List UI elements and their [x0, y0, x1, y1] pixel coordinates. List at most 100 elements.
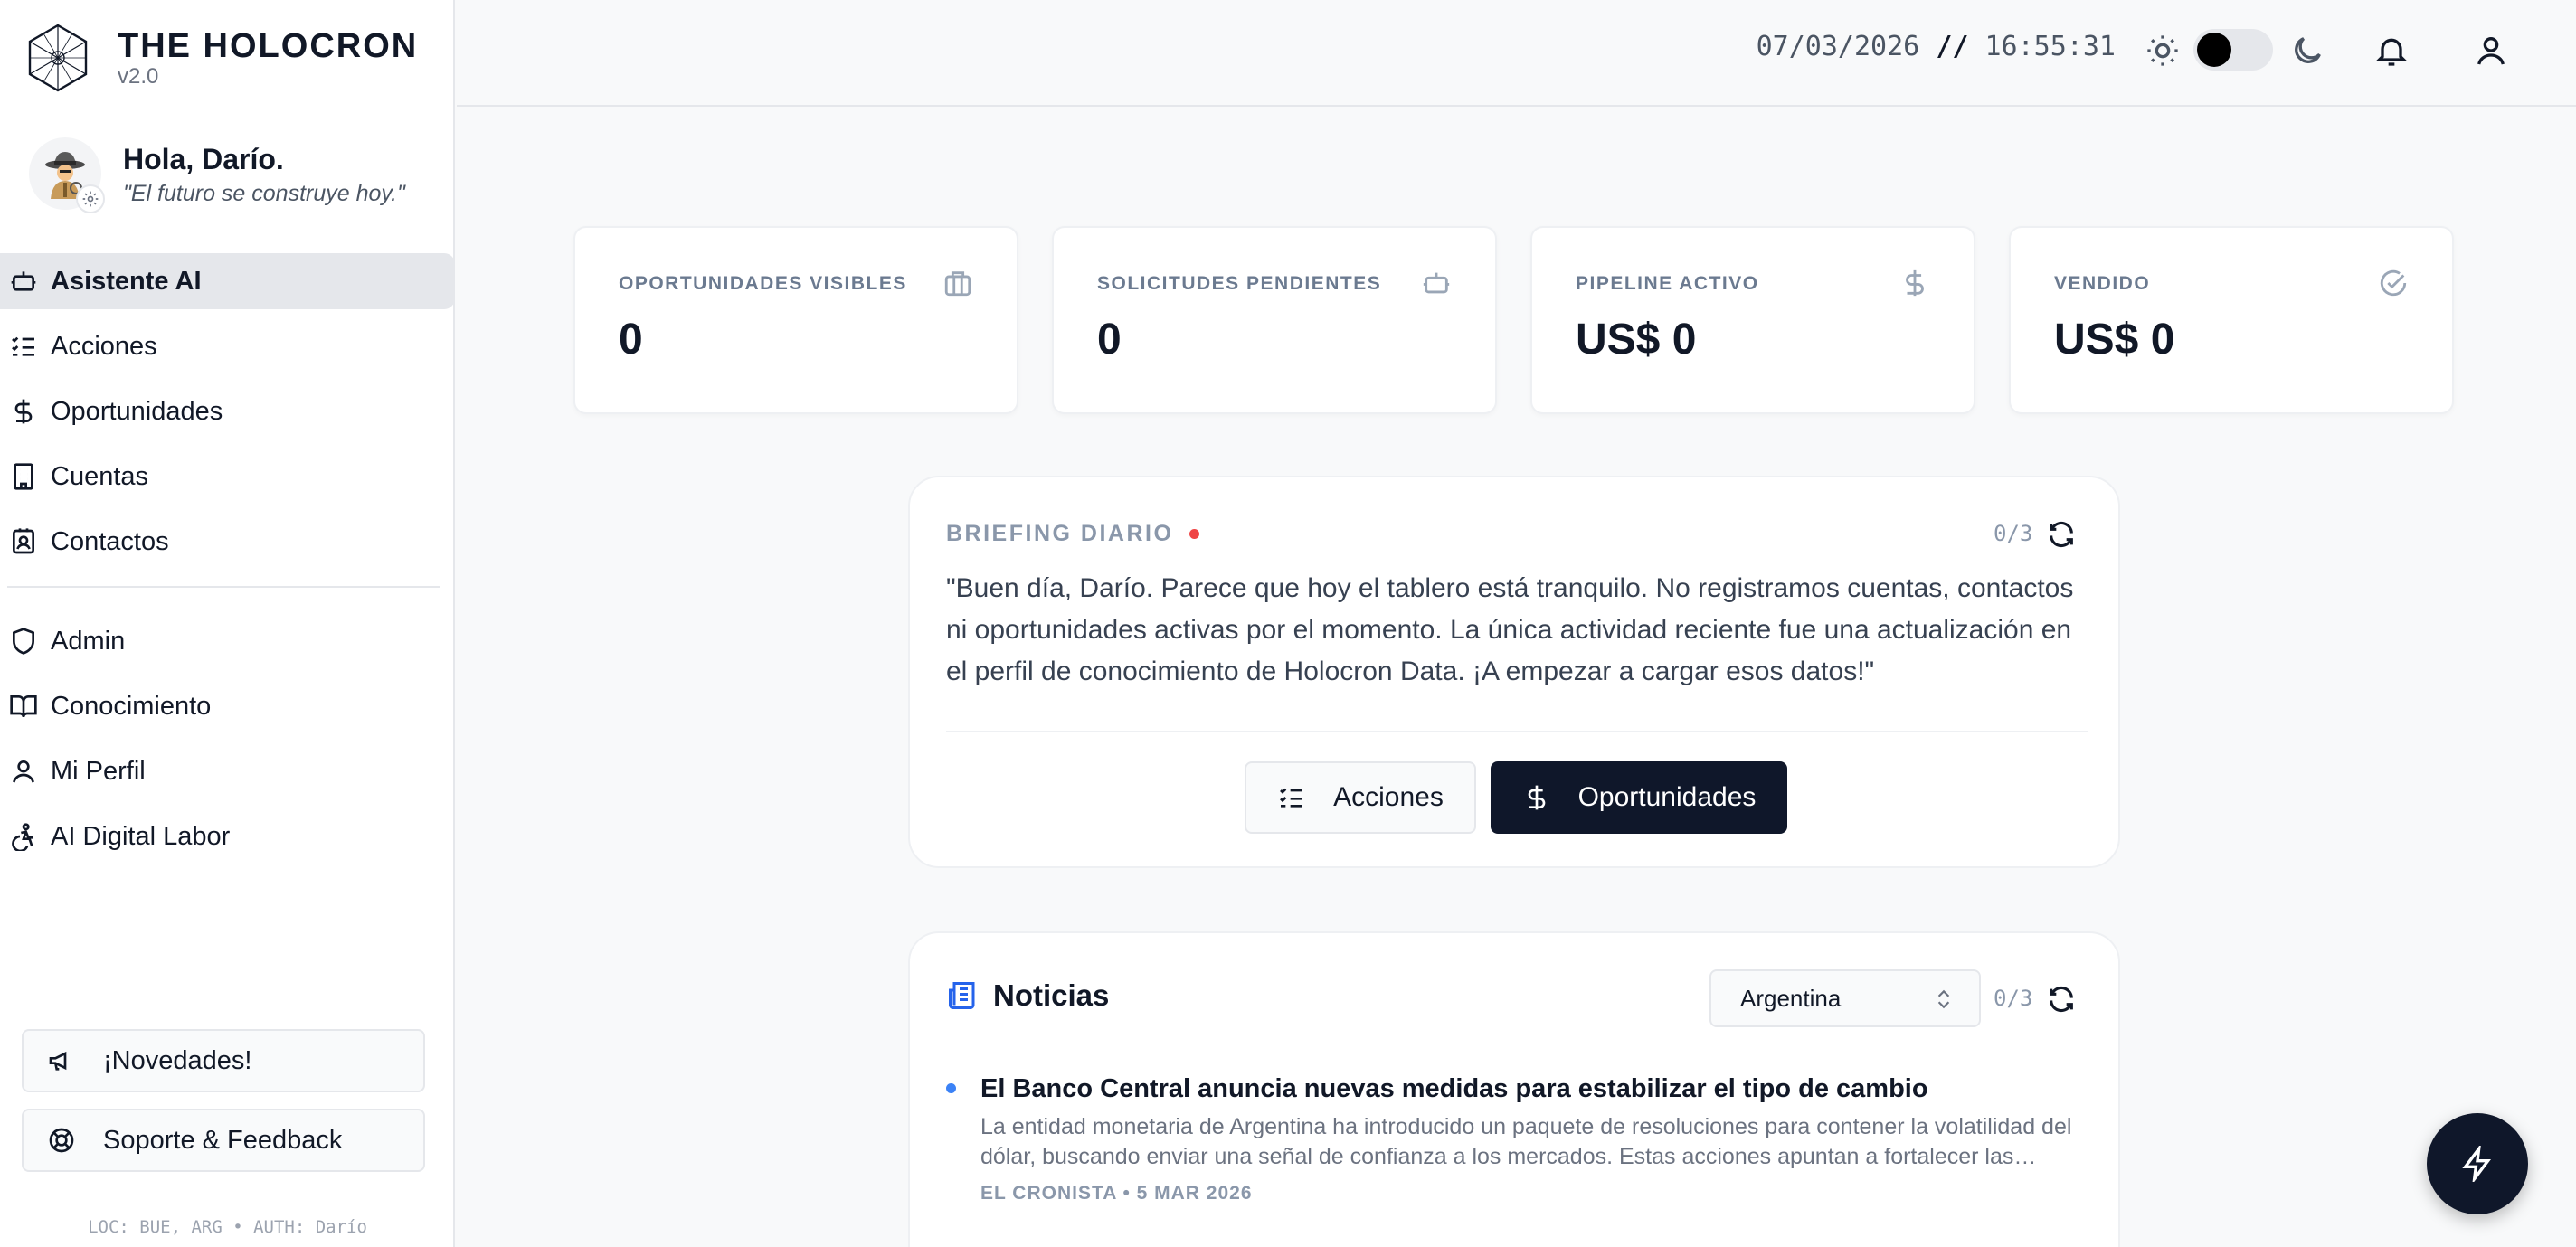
briefing-actions-button[interactable]: Acciones: [1245, 761, 1476, 834]
greeting-quote: "El futuro se construye hoy.": [123, 180, 405, 206]
book-icon: [10, 695, 37, 718]
stat-card-vendido: VENDIDO US$ 0: [2009, 226, 2454, 414]
lifebuoy-icon: [49, 1128, 74, 1153]
sidebar-item-label: Mi Perfil: [51, 756, 146, 786]
live-indicator-dot: [1189, 529, 1200, 539]
sidebar-item-oportunidades[interactable]: Oportunidades: [0, 383, 455, 439]
sidebar-item-mi-perfil[interactable]: Mi Perfil: [0, 743, 455, 799]
news-source-date: EL CRONISTA • 5 MAR 2026: [980, 1183, 1253, 1204]
sidebar-item-label: AI Digital Labor: [51, 821, 231, 851]
support-feedback-label: Soporte & Feedback: [103, 1125, 343, 1155]
briefing-opportunities-button[interactable]: Oportunidades: [1491, 761, 1787, 834]
sidebar-item-label: Conocimiento: [51, 691, 212, 721]
bell-icon[interactable]: [2373, 33, 2410, 69]
sidebar-item-label: Admin: [51, 626, 126, 656]
refresh-icon[interactable]: [2046, 519, 2077, 550]
news-title-text: Noticias: [993, 978, 1110, 1012]
stat-value: US$ 0: [2054, 316, 2175, 364]
stat-value: US$ 0: [1576, 316, 1697, 364]
stat-label: VENDIDO: [2054, 273, 2151, 294]
list-check-icon: [12, 336, 34, 356]
time-text: 16:55:31: [1984, 31, 2117, 62]
brand[interactable]: THE HOLOCRON v2.0: [22, 20, 418, 96]
briefcase-icon: [944, 271, 971, 297]
stat-card-pipeline-activo: PIPELINE ACTIVO US$ 0: [1530, 226, 1975, 414]
stat-value: 0: [1097, 316, 1122, 364]
user-icon: [13, 760, 34, 783]
nav-divider: [7, 586, 440, 588]
news-summary: La entidad monetaria de Argentina ha int…: [980, 1114, 2072, 1169]
daily-briefing-card: BRIEFING DIARIO 0/3 "Buen día, Darío. Pa…: [908, 476, 2120, 868]
sun-icon[interactable]: [2145, 33, 2181, 69]
dollar-icon: [14, 399, 33, 424]
user-greeting: Hola, Darío. "El futuro se construye hoy…: [29, 137, 405, 213]
holocron-logo-icon: [28, 24, 88, 92]
dollar-icon: [1906, 269, 1924, 297]
contact-card-icon: [13, 528, 34, 554]
news-item: El Banco Central anuncia nuevas medidas …: [946, 1072, 2088, 1204]
sidebar-item-asistente-ai[interactable]: Asistente AI: [0, 253, 455, 309]
briefing-actions-label: Acciones: [1333, 782, 1444, 812]
news-updates-label: ¡Novedades!: [103, 1045, 252, 1075]
lightning-icon: [2462, 1146, 2491, 1182]
accessibility-icon: [12, 823, 33, 851]
briefing-counter: 0/3: [1994, 521, 2033, 546]
newspaper-icon: [949, 982, 975, 1009]
avatar-settings-button[interactable]: [76, 184, 105, 213]
check-circle-icon: [2380, 269, 2407, 297]
support-feedback-button[interactable]: Soporte & Feedback: [22, 1109, 425, 1172]
building-icon: [14, 463, 33, 490]
robot-icon: [1423, 272, 1450, 294]
news-region-select[interactable]: Argentina: [1709, 969, 1981, 1027]
brand-version: v2.0: [118, 64, 159, 89]
megaphone-icon: [49, 1051, 67, 1071]
sidebar-item-contactos[interactable]: Contactos: [0, 514, 455, 570]
stat-label: SOLICITUDES PENDIENTES: [1097, 273, 1382, 294]
user-account-icon[interactable]: [2473, 33, 2509, 69]
list-check-icon: [1280, 788, 1303, 808]
briefing-opportunities-label: Oportunidades: [1577, 782, 1757, 812]
avatar[interactable]: [29, 137, 105, 213]
sidebar-item-cuentas[interactable]: Cuentas: [0, 449, 455, 505]
briefing-text: "Buen día, Darío. Parece que hoy el tabl…: [946, 573, 2074, 686]
stat-label: OPORTUNIDADES VISIBLES: [619, 273, 907, 294]
sidebar: THE HOLOCRON v2.0 Hola, Darío. "El futur…: [0, 0, 455, 1247]
sidebar-item-label: Asistente AI: [51, 266, 202, 296]
news-region-value: Argentina: [1740, 984, 1842, 1012]
shield-icon: [13, 628, 34, 655]
sidebar-item-label: Oportunidades: [51, 396, 223, 426]
app-root: THE HOLOCRON v2.0 Hola, Darío. "El futur…: [0, 0, 2576, 1247]
datetime-display: 07/03/2026 // 16:55:31: [1757, 31, 2116, 62]
moon-icon[interactable]: [2289, 33, 2325, 69]
sidebar-item-label: Contactos: [51, 526, 169, 556]
robot-icon: [11, 271, 36, 291]
news-item-dot: [946, 1083, 956, 1093]
news-headline[interactable]: El Banco Central anuncia nuevas medidas …: [980, 1072, 2088, 1105]
refresh-icon[interactable]: [2046, 984, 2077, 1015]
date-text: 07/03/2026: [1756, 31, 1920, 62]
sidebar-item-admin[interactable]: Admin: [0, 613, 455, 669]
sidebar-item-acciones[interactable]: Acciones: [0, 318, 455, 374]
briefing-divider: [946, 731, 2088, 732]
sidebar-item-label: Cuentas: [51, 461, 149, 491]
gear-icon: [82, 191, 99, 207]
news-title: Noticias: [946, 978, 1109, 1013]
location-auth-footer: LOC: BUE, ARG • AUTH: Darío: [88, 1217, 367, 1237]
news-card: Noticias Argentina 0/3 El Banco Central …: [908, 931, 2120, 1247]
theme-toggle-knob: [2197, 33, 2231, 67]
stat-value: 0: [619, 316, 643, 364]
stat-card-oportunidades-visibles: OPORTUNIDADES VISIBLES 0: [573, 226, 1018, 414]
news-updates-button[interactable]: ¡Novedades!: [22, 1029, 425, 1092]
sidebar-item-ai-digital-labor[interactable]: AI Digital Labor: [0, 808, 455, 864]
quick-action-fab[interactable]: [2427, 1113, 2528, 1214]
news-counter: 0/3: [1994, 986, 2033, 1011]
dollar-icon: [1528, 785, 1545, 810]
brand-name: THE HOLOCRON: [118, 27, 419, 65]
stat-card-solicitudes-pendientes: SOLICITUDES PENDIENTES 0: [1052, 226, 1497, 414]
datetime-separator: //: [1936, 31, 1969, 62]
greeting-title: Hola, Darío.: [123, 142, 284, 175]
chevron-up-down-icon: [1937, 989, 1950, 1009]
sidebar-nav: Asistente AI Acciones Oportunidades Cuen…: [0, 253, 455, 874]
theme-toggle[interactable]: [2193, 29, 2273, 71]
sidebar-item-conocimiento[interactable]: Conocimiento: [0, 678, 455, 734]
